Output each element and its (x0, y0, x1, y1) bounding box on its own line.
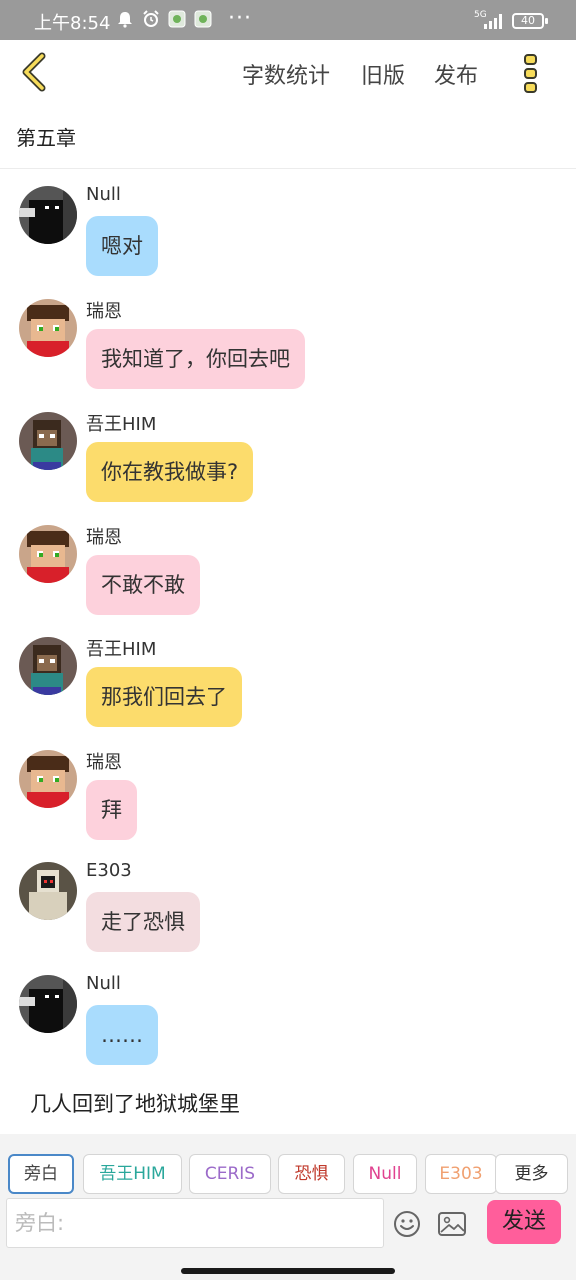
role-chip-narrator[interactable]: 旁白 (8, 1154, 74, 1194)
status-more-dots: ··· (228, 6, 252, 31)
message-bubble[interactable]: …… (86, 1005, 158, 1065)
speaker-name: 瑞恩 (86, 301, 122, 322)
speaker-name: Null (86, 973, 121, 994)
app-icon (168, 10, 186, 28)
avatar-null[interactable] (19, 975, 77, 1033)
message-bubble[interactable]: 我知道了，你回去吧 (86, 329, 305, 389)
speaker-name: Null (86, 184, 121, 205)
message-bubble[interactable]: 你在教我做事? (86, 442, 254, 502)
emoji-icon[interactable] (393, 1210, 421, 1238)
speaker-name: 瑞恩 (86, 527, 122, 548)
chapter-title[interactable]: 第五章 (16, 122, 76, 151)
status-icons (116, 10, 212, 28)
avatar-him[interactable] (19, 412, 77, 470)
message-bubble[interactable]: 不敢不敢 (86, 555, 200, 615)
role-chip-null[interactable]: Null (353, 1154, 417, 1194)
avatar-ryan[interactable] (19, 299, 77, 357)
message-bubble[interactable]: 嗯对 (86, 216, 158, 276)
chat-message: 吾王HIM 那我们回去了 (0, 631, 576, 741)
avatar-ryan[interactable] (19, 525, 77, 583)
battery-cap (545, 18, 548, 24)
alarm-icon (143, 10, 159, 27)
message-input[interactable] (7, 1199, 383, 1247)
status-time: 上午8:54 (34, 13, 111, 34)
more-menu-icon[interactable] (522, 52, 540, 94)
avatar-e303[interactable] (19, 862, 77, 920)
avatar-ryan[interactable] (19, 750, 77, 808)
chat-message: 瑞恩 我知道了，你回去吧 (0, 293, 576, 403)
divider (0, 168, 576, 169)
more-roles-button[interactable]: 更多 (495, 1154, 568, 1194)
word-count-link[interactable]: 字数统计 (242, 58, 330, 90)
avatar-him[interactable] (19, 637, 77, 695)
chat-message: Null 嗯对 (0, 180, 576, 290)
speaker-name: 吾王HIM (86, 639, 157, 660)
message-input-wrapper (6, 1198, 384, 1248)
battery-icon: 40 (512, 13, 544, 29)
role-chip-ceris[interactable]: CERIS (189, 1154, 271, 1194)
speaker-name: 吾王HIM (86, 414, 157, 435)
role-chip-row: 旁白 吾王HIM CERIS 恐惧 Null E303 更多 (8, 1154, 568, 1194)
narration-text[interactable]: 几人回到了地狱城堡里 (30, 1088, 240, 1118)
message-bubble[interactable]: 那我们回去了 (86, 667, 242, 727)
signal-icon (484, 13, 502, 29)
chat-message: 瑞恩 不敢不敢 (0, 519, 576, 629)
home-indicator[interactable] (181, 1268, 395, 1274)
send-button[interactable]: 发送 (487, 1200, 561, 1244)
back-arrow-icon[interactable] (18, 52, 52, 92)
speaker-name: 瑞恩 (86, 752, 122, 773)
image-icon[interactable] (438, 1212, 466, 1236)
chat-message: Null …… (0, 969, 576, 1079)
role-chip-fear[interactable]: 恐惧 (278, 1154, 345, 1194)
app-header: 字数统计 旧版 发布 (0, 40, 576, 104)
speaker-name: E303 (86, 860, 132, 881)
chat-message: E303 走了恐惧 (0, 856, 576, 966)
old-version-link[interactable]: 旧版 (361, 58, 405, 90)
avatar-null[interactable] (19, 186, 77, 244)
role-chip-him[interactable]: 吾王HIM (83, 1154, 182, 1194)
role-chip-e303[interactable]: E303 (425, 1154, 497, 1194)
chat-message: 吾王HIM 你在教我做事? (0, 406, 576, 516)
publish-link[interactable]: 发布 (434, 58, 478, 90)
notification-bell-icon (118, 12, 132, 28)
chat-message: 瑞恩 拜 (0, 744, 576, 854)
battery-level: 40 (521, 14, 535, 27)
message-bubble[interactable]: 走了恐惧 (86, 892, 200, 952)
composer-bar: 旁白 吾王HIM CERIS 恐惧 Null E303 更多 发送 (0, 1134, 576, 1280)
status-bar: 上午8:54 ··· 5G 40 (0, 0, 576, 40)
message-bubble[interactable]: 拜 (86, 780, 137, 840)
app-icon (194, 10, 212, 28)
